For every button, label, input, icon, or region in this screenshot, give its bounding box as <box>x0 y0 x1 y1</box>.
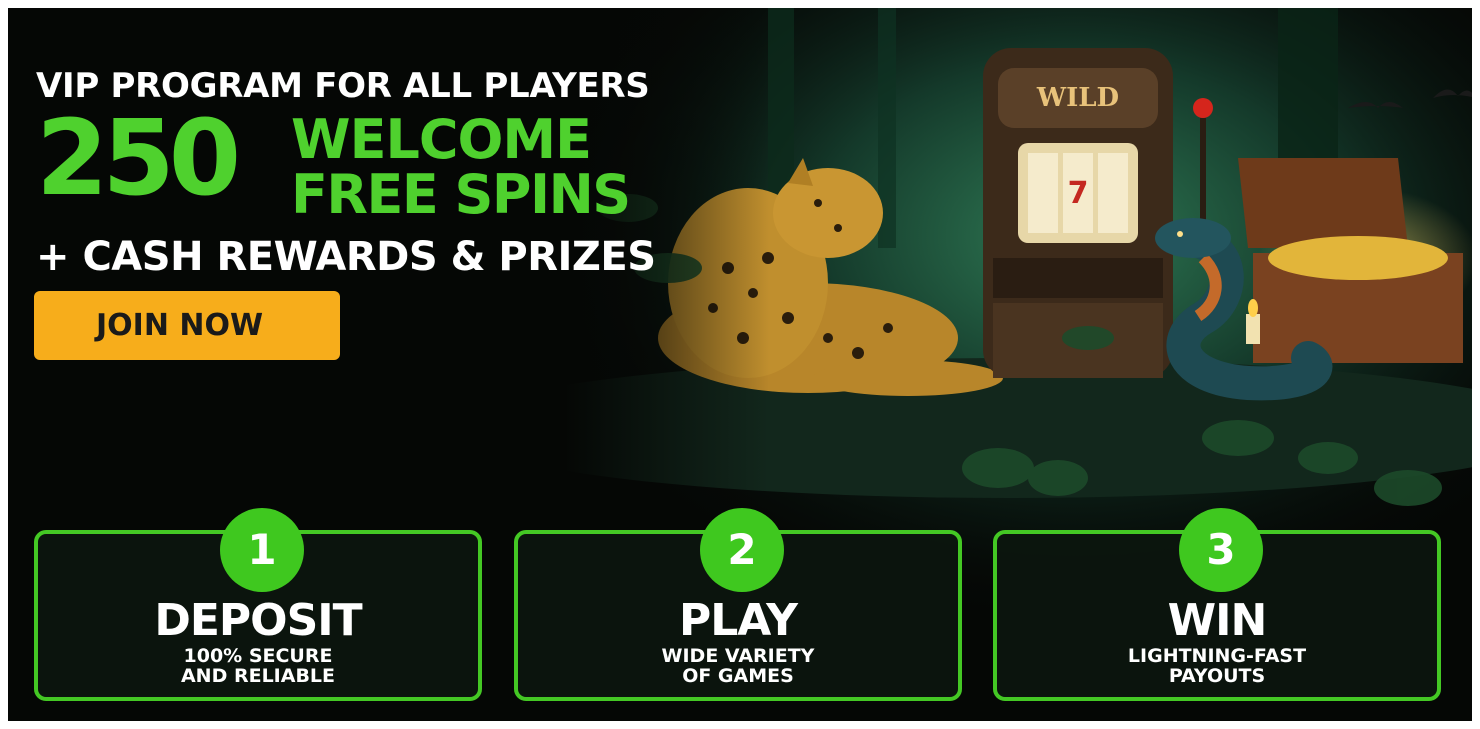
promo-banner: WILD 7 <box>8 8 1472 721</box>
step-subtitle-line-1: WIDE VARIETY <box>661 645 815 667</box>
cash-rewards-line: + CASH REWARDS & PRIZES <box>36 234 656 280</box>
step-subtitle-line-2: OF GAMES <box>682 665 794 687</box>
step-number-badge: 1 <box>220 508 304 592</box>
step-number-badge: 2 <box>700 508 784 592</box>
step-subtitle: LIGHTNING-FAST PAYOUTS <box>997 646 1437 686</box>
step-number-badge: 3 <box>1179 508 1263 592</box>
step-subtitle: 100% SECURE AND RELIABLE <box>38 646 478 686</box>
step-subtitle-line-1: 100% SECURE <box>183 645 333 667</box>
step-title: WIN <box>1167 595 1268 646</box>
step-subtitle: WIDE VARIETY OF GAMES <box>518 646 958 686</box>
step-subtitle-line-1: LIGHTNING-FAST <box>1127 645 1307 667</box>
step-card-win: 3 WIN LIGHTNING-FAST PAYOUTS <box>993 508 1441 701</box>
welcome-line: WELCOME <box>291 108 592 171</box>
free-spins-line: FREE SPINS <box>291 163 631 226</box>
step-card-play: 2 PLAY WIDE VARIETY OF GAMES <box>514 508 962 701</box>
step-title: DEPOSIT <box>154 595 362 646</box>
free-spins-count: 250 <box>36 97 241 219</box>
step-subtitle-line-2: AND RELIABLE <box>180 665 336 687</box>
step-card-deposit: 1 DEPOSIT 100% SECURE AND RELIABLE <box>34 508 482 701</box>
step-subtitle-line-2: PAYOUTS <box>1168 665 1266 687</box>
step-title: PLAY <box>679 595 798 646</box>
join-now-button[interactable]: JOIN NOW <box>34 291 340 360</box>
